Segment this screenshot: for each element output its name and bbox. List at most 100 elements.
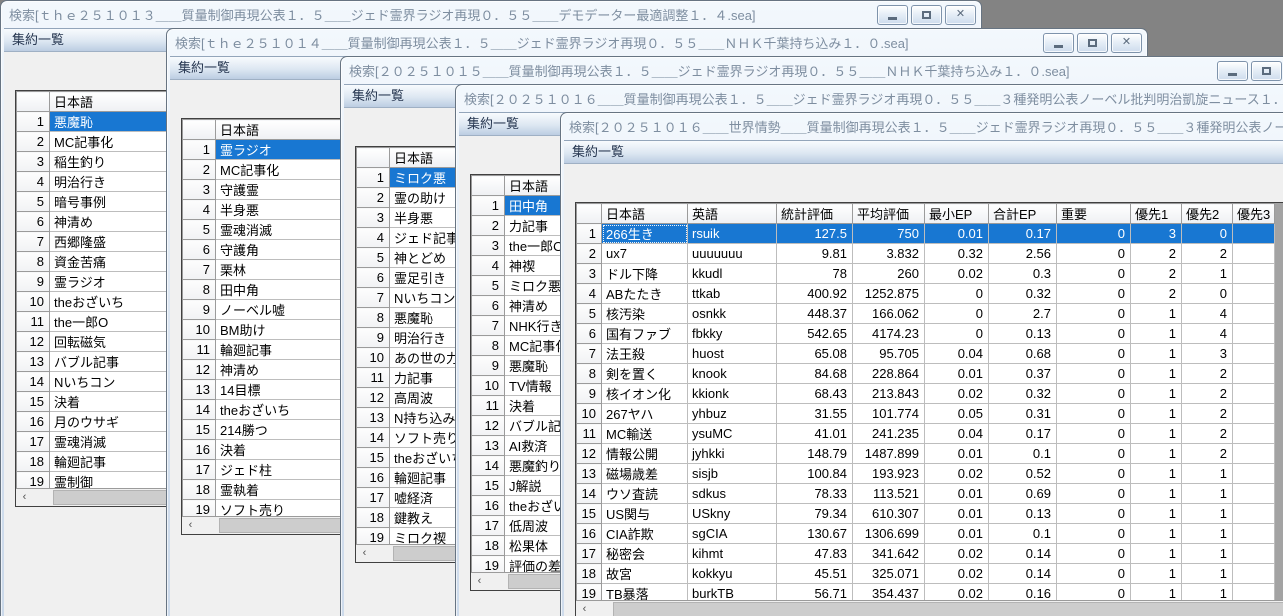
row-number-cell[interactable]: 17 (472, 516, 505, 536)
cell[interactable]: 1 (1131, 544, 1182, 564)
cell[interactable]: 0 (1057, 284, 1131, 304)
row-number-cell[interactable]: 4 (577, 284, 602, 304)
row-number-cell[interactable]: 7 (357, 288, 390, 308)
row-number-cell[interactable]: 13 (17, 352, 50, 372)
row-number-cell[interactable]: 5 (183, 220, 216, 240)
cell[interactable]: 1306.699 (853, 524, 925, 544)
cell[interactable]: 266生き (602, 224, 688, 244)
row-number-cell[interactable]: 10 (17, 292, 50, 312)
row-number-cell[interactable]: 7 (472, 316, 505, 336)
row-number-cell[interactable]: 2 (357, 188, 390, 208)
cell[interactable]: 65.08 (777, 344, 853, 364)
cell[interactable]: 国有ファブ (602, 324, 688, 344)
scroll-left-button[interactable]: ‹ (576, 601, 593, 616)
cell[interactable]: sdkus (688, 484, 777, 504)
cell[interactable]: 0 (1057, 304, 1131, 324)
row-number-cell[interactable]: 12 (17, 332, 50, 352)
row-number-cell[interactable]: 9 (183, 300, 216, 320)
cell[interactable]: 0 (925, 304, 989, 324)
row-number-cell[interactable]: 4 (472, 256, 505, 276)
cell[interactable]: 1 (1131, 384, 1182, 404)
cell[interactable]: 84.68 (777, 364, 853, 384)
cell[interactable]: 核汚染 (602, 304, 688, 324)
cell[interactable]: 0 (1057, 244, 1131, 264)
cell[interactable]: knook (688, 364, 777, 384)
cell[interactable]: 610.307 (853, 504, 925, 524)
row-number-cell[interactable]: 14 (472, 456, 505, 476)
cell[interactable]: 2 (1182, 384, 1233, 404)
cell[interactable] (1233, 364, 1275, 384)
cell[interactable]: 1 (1182, 524, 1233, 544)
cell[interactable]: 0 (1057, 264, 1131, 284)
cell[interactable]: ttkab (688, 284, 777, 304)
cell[interactable]: 1 (1131, 304, 1182, 324)
row-number-cell[interactable]: 18 (17, 452, 50, 472)
row-number-cell[interactable]: 3 (472, 236, 505, 256)
cell[interactable]: 0.32 (925, 244, 989, 264)
cell[interactable]: 2 (1131, 244, 1182, 264)
scroll-left-button[interactable]: ‹ (16, 489, 33, 505)
maximize-button[interactable] (1077, 33, 1108, 53)
cell[interactable]: 166.062 (853, 304, 925, 324)
cell[interactable]: 228.864 (853, 364, 925, 384)
cell[interactable]: US関与 (602, 504, 688, 524)
row-number-cell[interactable]: 13 (577, 464, 602, 484)
cell[interactable]: 260 (853, 264, 925, 284)
cell[interactable]: 1487.899 (853, 444, 925, 464)
cell[interactable]: 0 (1057, 484, 1131, 504)
cell[interactable]: ウソ査読 (602, 484, 688, 504)
maximize-button[interactable] (911, 5, 942, 25)
cell[interactable]: 0.01 (925, 484, 989, 504)
cell[interactable]: 2.7 (989, 304, 1057, 324)
cell[interactable]: 41.01 (777, 424, 853, 444)
cell[interactable]: 4 (1182, 324, 1233, 344)
cell[interactable]: 0.32 (989, 284, 1057, 304)
cell[interactable]: 1 (1182, 464, 1233, 484)
cell[interactable] (1233, 224, 1275, 244)
row-number-cell[interactable]: 7 (17, 232, 50, 252)
cell[interactable]: rsuik (688, 224, 777, 244)
cell[interactable]: 0.17 (989, 224, 1057, 244)
row-number-cell[interactable]: 8 (183, 280, 216, 300)
row-number-cell[interactable]: 12 (183, 360, 216, 380)
cell[interactable]: 213.843 (853, 384, 925, 404)
row-number-cell[interactable]: 18 (577, 564, 602, 584)
row-number-cell[interactable]: 2 (472, 216, 505, 236)
row-number-cell[interactable]: 8 (357, 308, 390, 328)
cell[interactable]: 1 (1182, 504, 1233, 524)
cell[interactable]: 0.14 (989, 564, 1057, 584)
cell[interactable]: ドル下降 (602, 264, 688, 284)
row-number-cell[interactable]: 14 (577, 484, 602, 504)
cell[interactable] (1233, 424, 1275, 444)
cell[interactable]: 0.37 (989, 364, 1057, 384)
row-number-cell[interactable]: 9 (472, 356, 505, 376)
cell[interactable]: 448.37 (777, 304, 853, 324)
row-number-cell[interactable]: 1 (357, 168, 390, 188)
cell[interactable]: ABたたき (602, 284, 688, 304)
minimize-button[interactable] (877, 5, 908, 25)
cell[interactable]: 1 (1131, 464, 1182, 484)
cell[interactable]: 核イオン化 (602, 384, 688, 404)
cell[interactable]: USkny (688, 504, 777, 524)
scrollbar-track[interactable] (593, 601, 1283, 616)
row-number-cell[interactable]: 9 (577, 384, 602, 404)
row-number-cell[interactable]: 6 (183, 240, 216, 260)
window-titlebar[interactable]: 検索[２０２５１０１６＿＿質量制御再現公表１．５＿＿ジェド霊界ラジオ再現０．５５… (456, 85, 1283, 112)
cell[interactable]: 法王殺 (602, 344, 688, 364)
cell[interactable]: 2.56 (989, 244, 1057, 264)
cell[interactable]: 1 (1182, 544, 1233, 564)
cell[interactable]: 0.02 (925, 464, 989, 484)
row-number-cell[interactable]: 5 (17, 192, 50, 212)
cell[interactable]: 0.52 (989, 464, 1057, 484)
row-number-cell[interactable]: 10 (577, 404, 602, 424)
cell[interactable]: 400.92 (777, 284, 853, 304)
cell[interactable]: 0.04 (925, 424, 989, 444)
cell[interactable]: 2 (1182, 364, 1233, 384)
cell[interactable]: 0.05 (925, 404, 989, 424)
row-number-cell[interactable]: 13 (472, 436, 505, 456)
row-number-cell[interactable]: 14 (183, 400, 216, 420)
cell[interactable]: 4 (1182, 304, 1233, 324)
cell[interactable]: 故宮 (602, 564, 688, 584)
row-number-cell[interactable]: 5 (357, 248, 390, 268)
row-number-cell[interactable]: 1 (472, 196, 505, 216)
